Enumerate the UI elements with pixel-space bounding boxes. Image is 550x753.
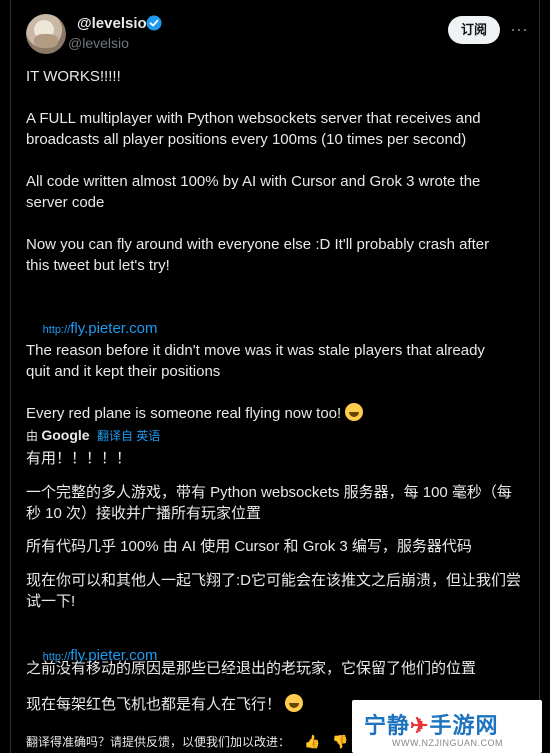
author-name[interactable]: @levelsio: [77, 15, 147, 32]
watermark-plane-icon: ✈: [410, 713, 430, 738]
link-host: fly.pieter.com: [70, 320, 158, 337]
translation-line-1: 有用！！！！！: [26, 450, 132, 467]
translated-from-link[interactable]: 翻译自 英语: [97, 429, 160, 443]
more-icon[interactable]: ⋯: [510, 20, 529, 41]
tweet-card: @levelsio @levelsio 订阅 ⋯ IT WORKS!!!!! A…: [10, 0, 540, 753]
translation-feedback: 翻译得准确吗？请提供反馈，以便我们加以改进：: [26, 735, 291, 749]
translation-link[interactable]: http://fly.pieter.com: [26, 624, 521, 689]
tweet-line-6: Every red plane is someone real flying n…: [26, 403, 521, 424]
translation-line-4: 现在你可以和其他人一起飞翔了:D它可能会在该推文之后崩溃，但让我们尝 试一下!: [26, 572, 522, 610]
tweet-line-3: All code written almost 100% by AI with …: [26, 173, 481, 211]
thumbs-up-icon[interactable]: 👍: [304, 734, 320, 750]
subscribe-button[interactable]: 订阅: [448, 16, 500, 44]
author-handle[interactable]: @levelsio: [68, 35, 129, 51]
link-protocol: http://: [42, 324, 71, 336]
tweet-line-2: A FULL multiplayer with Python websocket…: [26, 110, 481, 148]
watermark-logo: 宁静✈手游网 WWW.NZJINGUAN.COM: [352, 700, 542, 753]
translation-by-label: 由: [26, 429, 39, 443]
google-logo: Google: [41, 427, 90, 443]
tweet-line-6-text: Every red plane is someone real flying n…: [26, 405, 342, 422]
translation-smiling-face-emoji-icon: [285, 694, 304, 712]
avatar[interactable]: [26, 14, 66, 54]
smiling-face-emoji-icon: [345, 403, 364, 421]
tweet-line-4: Now you can fly around with everyone els…: [26, 236, 490, 274]
translation-line-2: 一个完整的多人游戏，带有 Python websockets 服务器，每 100…: [26, 484, 512, 522]
translation-line-5: 之前没有移动的原因是那些已经退出的老玩家，它保留了他们的位置: [26, 660, 477, 677]
translation-attribution: 由 Google 翻译自 英语: [26, 427, 160, 444]
watermark-title: 宁静✈手游网: [364, 708, 498, 740]
tweet-link-text[interactable]: http://fly.pieter.com: [43, 320, 158, 337]
translation-line-6-text: 现在每架红色飞机也都是有人在飞行！: [26, 696, 282, 713]
watermark-title-part2: 手游网: [429, 713, 499, 738]
tweet-line-1: IT WORKS!!!!!: [26, 68, 121, 85]
tweet-line-5: The reason before it didn't move was it …: [26, 342, 485, 380]
verified-badge-icon: [146, 15, 162, 31]
watermark-title-part1: 宁静: [364, 713, 411, 738]
translation-line-3: 所有代码几乎 100% 由 AI 使用 Cursor 和 Grok 3 编写，服…: [26, 538, 472, 555]
thumbs-down-icon[interactable]: 👎: [332, 734, 348, 750]
watermark-url: WWW.NZJINGUAN.COM: [392, 738, 503, 748]
